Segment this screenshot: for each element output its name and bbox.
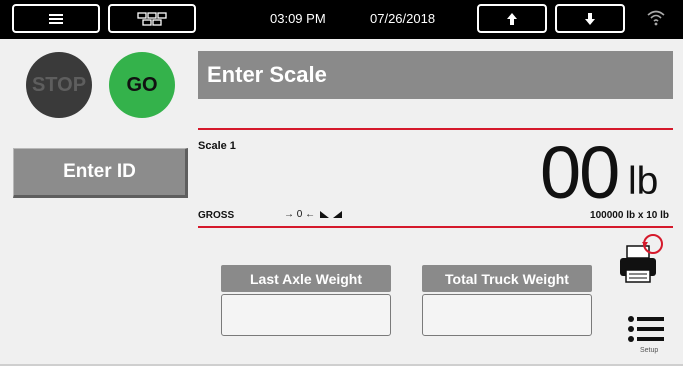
hamburger-menu-icon xyxy=(49,13,63,24)
center-of-zero-indicator: → 0 ← xyxy=(284,209,316,220)
page-title: Enter Scale xyxy=(198,51,673,99)
grid-icon xyxy=(137,11,167,26)
arrow-up-icon xyxy=(507,12,517,25)
top-bar: 03:09 PM 07/26/2018 xyxy=(0,0,683,39)
enter-id-button[interactable]: Enter ID xyxy=(13,148,188,198)
scroll-down-button[interactable] xyxy=(555,4,625,33)
menu-button[interactable] xyxy=(12,4,100,33)
scroll-up-button[interactable] xyxy=(477,4,547,33)
clock-date: 07/26/2018 xyxy=(370,11,436,26)
top-divider xyxy=(198,128,673,130)
arrow-down-icon xyxy=(585,12,595,25)
last-axle-weight-field[interactable] xyxy=(221,294,391,336)
last-axle-weight-title: Last Axle Weight xyxy=(221,265,391,292)
setup-label: Setup xyxy=(640,347,659,354)
wifi-icon xyxy=(647,10,665,26)
apps-button[interactable] xyxy=(108,4,196,33)
scale-capacity: 100000 lb x 10 lb xyxy=(590,210,669,221)
weight-unit: lb xyxy=(628,160,659,203)
mode-label: GROSS xyxy=(198,210,235,221)
bottom-divider xyxy=(198,226,673,228)
clock-time: 03:09 PM xyxy=(270,11,326,26)
printer-icon[interactable] xyxy=(615,232,669,286)
scale-name: Scale 1 xyxy=(198,140,236,152)
total-truck-weight-title: Total Truck Weight xyxy=(422,265,592,292)
total-truck-weight-field[interactable] xyxy=(422,294,592,336)
go-button[interactable]: GO xyxy=(109,52,175,118)
weight-value: 00 xyxy=(540,131,620,214)
setup-list-icon[interactable] xyxy=(628,315,664,345)
stop-button[interactable]: STOP xyxy=(26,52,92,118)
motion-indicator-icon xyxy=(320,211,342,218)
